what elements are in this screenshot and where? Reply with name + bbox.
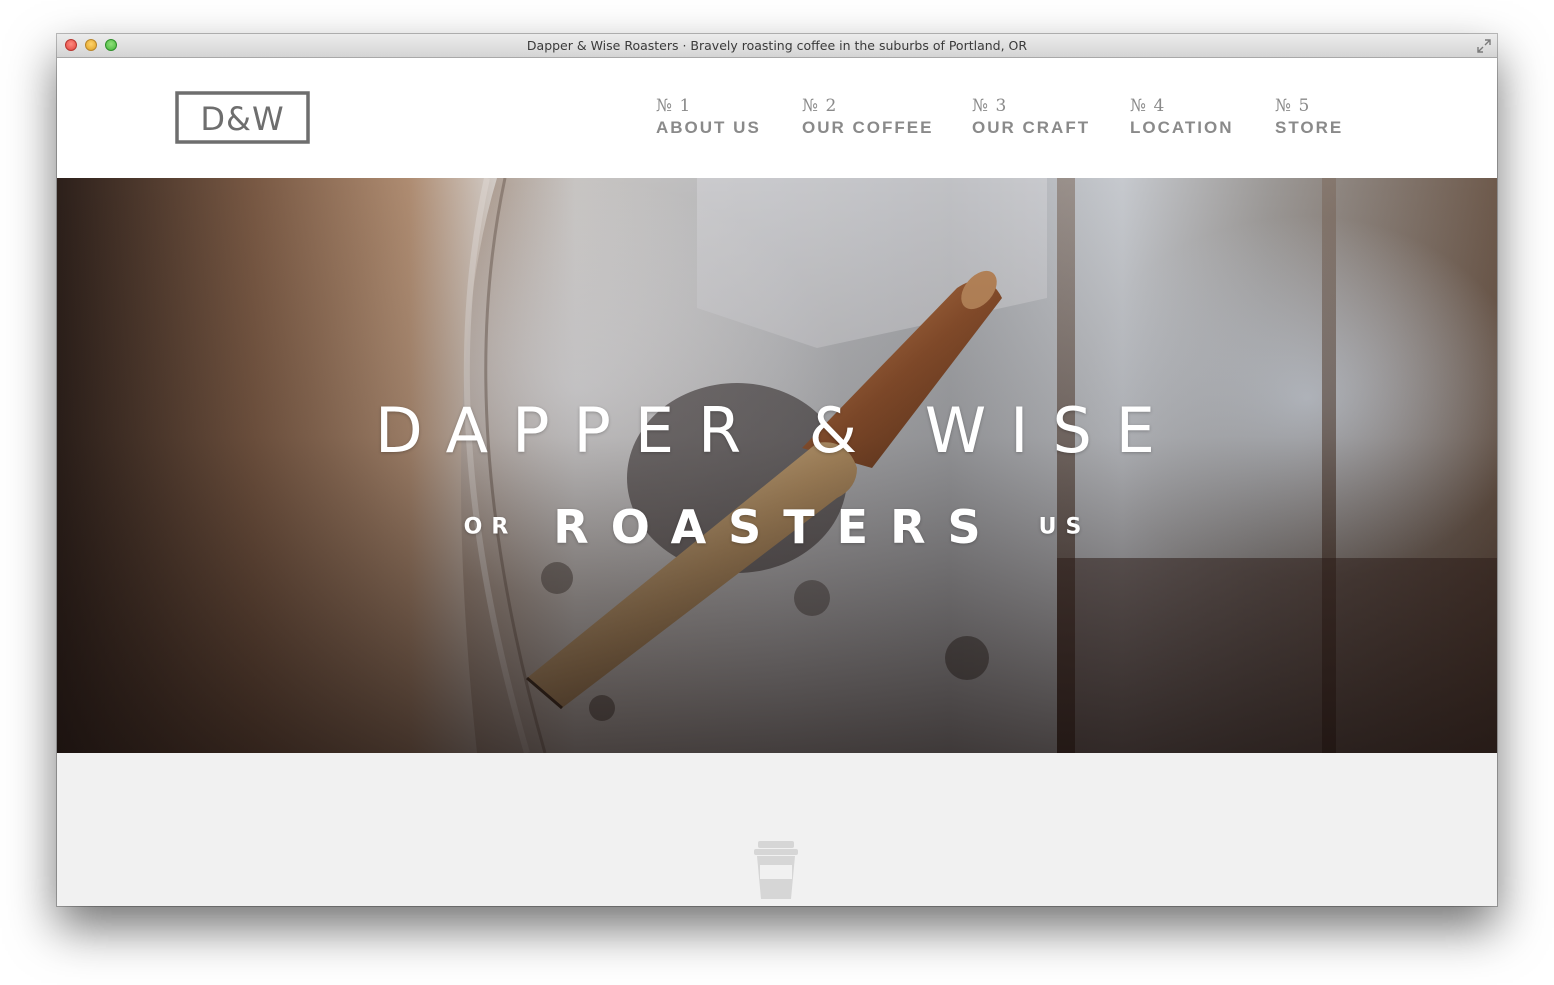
nav-number: № 5: [1275, 96, 1311, 116]
fullscreen-icon[interactable]: [1477, 39, 1491, 53]
nav-item-store[interactable]: № 5 STORE: [1275, 96, 1343, 140]
nav-label: LOCATION: [1130, 118, 1234, 137]
window-titlebar: Dapper & Wise Roasters · Bravely roastin…: [57, 34, 1497, 58]
nav-label: ABOUT US: [656, 118, 761, 137]
nav-item-our-craft[interactable]: № 3 OUR CRAFT: [972, 96, 1090, 140]
logo-text: D&W: [200, 100, 284, 138]
nav-number: № 2: [802, 96, 838, 116]
hero-subtitle-left: OR: [463, 514, 518, 540]
dw-monogram-logo[interactable]: D&W: [175, 91, 310, 144]
nav-number: № 3: [972, 96, 1008, 116]
nav-number: № 4: [1130, 96, 1166, 116]
hero-subtitle-right: US: [1038, 514, 1091, 540]
nav-label: OUR CRAFT: [972, 118, 1091, 137]
nav-label: STORE: [1275, 118, 1344, 137]
coffee-cup-icon: [754, 841, 798, 899]
hero-title: DAPPER & WISE: [375, 394, 1179, 467]
nav-label: OUR COFFEE: [802, 118, 934, 137]
nav-number: № 1: [656, 96, 692, 116]
hero-subtitle: OR ROASTERS US: [57, 500, 1497, 554]
site-header: D&W № 1 ABOUT US № 2 OUR COFFEE № 3 OUR …: [57, 58, 1497, 178]
hero-subtitle-main: ROASTERS: [553, 500, 1003, 554]
nav-item-our-coffee[interactable]: № 2 OUR COFFEE: [802, 96, 933, 140]
window-title: Dapper & Wise Roasters · Bravely roastin…: [526, 38, 1028, 53]
browser-window: Dapper & Wise Roasters · Bravely roastin…: [57, 34, 1497, 906]
hero-banner: DAPPER & WISE OR ROASTERS US: [57, 178, 1497, 753]
nav-item-location[interactable]: № 4 LOCATION: [1130, 96, 1234, 140]
lower-section: [57, 753, 1497, 906]
nav-item-about-us[interactable]: № 1 ABOUT US: [656, 96, 761, 140]
